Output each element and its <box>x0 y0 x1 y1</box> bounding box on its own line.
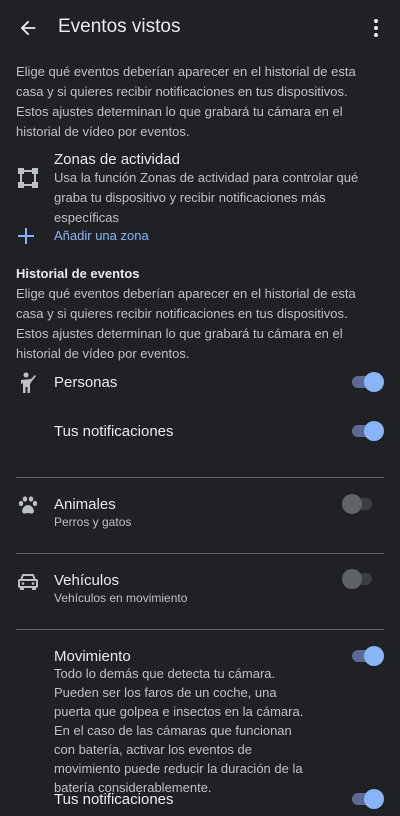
persons-notifications-toggle[interactable] <box>350 419 386 443</box>
motion-notifications-toggle[interactable] <box>350 787 386 811</box>
activity-zones-title: Zonas de actividad <box>54 151 180 168</box>
animals-label: Animales <box>54 496 116 513</box>
add-zone-button[interactable]: Añadir una zona <box>14 222 214 250</box>
motion-toggle[interactable] <box>350 644 386 668</box>
motion-label: Movimiento <box>54 648 131 665</box>
activity-zone-icon <box>16 166 40 190</box>
motion-description: Todo lo demás que detecta tu cámara. Pue… <box>54 666 304 795</box>
divider <box>16 553 384 554</box>
person-icon <box>16 371 40 395</box>
persons-label: Personas <box>54 374 118 391</box>
persons-notifications-label: Tus notificaciones <box>54 423 174 440</box>
app-bar: Eventos vistos <box>0 0 400 56</box>
vehicles-label: Vehículos <box>54 572 120 589</box>
persons-toggle[interactable] <box>350 370 386 394</box>
paw-icon <box>16 494 40 518</box>
vehicles-subtitle: Vehículos en movimiento <box>54 591 188 605</box>
page-title: Eventos vistos <box>58 16 181 37</box>
more-vert-icon <box>374 19 378 37</box>
arrow-back-icon <box>20 20 36 36</box>
motion-notifications-label: Tus notificaciones <box>54 791 174 808</box>
more-options-button[interactable] <box>364 12 388 44</box>
animals-toggle[interactable] <box>342 492 378 516</box>
add-zone-label: Añadir una zona <box>54 228 149 243</box>
event-history-description: Elige qué eventos deberían aparecer en e… <box>16 286 356 361</box>
event-history-title: Historial de eventos <box>16 266 140 281</box>
add-icon <box>18 228 34 244</box>
divider <box>16 629 384 630</box>
animals-subtitle: Perros y gatos <box>54 515 132 529</box>
intro-text: Elige qué eventos deberían aparecer en e… <box>16 64 356 139</box>
back-button[interactable] <box>12 12 44 44</box>
divider <box>16 477 384 478</box>
activity-zones-description: Usa la función Zonas de actividad para c… <box>54 170 359 225</box>
car-icon <box>16 570 40 594</box>
vehicles-toggle[interactable] <box>342 567 378 591</box>
